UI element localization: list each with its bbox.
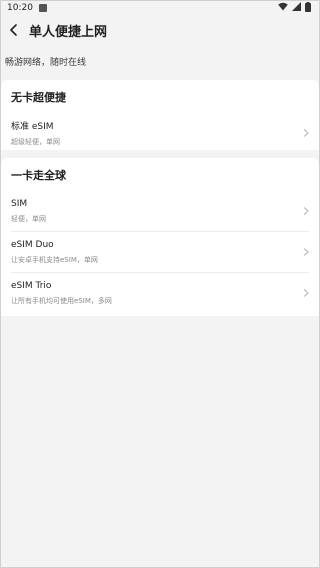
section-title: 一卡走全球 [11, 169, 66, 182]
status-time: 10:20 [7, 3, 33, 13]
item-description: 让所有手机均可使用eSIM，多网 [11, 296, 112, 305]
section-one-card: 一卡走全球 SIM 轻便，单网 eSIM Duo 让安卓手机支持eSIM，单网 … [1, 158, 319, 316]
item-label: eSIM Trio [11, 280, 52, 291]
list-item-standard-esim[interactable]: 标准 eSIM 超级轻便，单网 [1, 113, 319, 153]
item-label: eSIM Duo [11, 239, 54, 250]
status-left: 10:20 [7, 3, 47, 13]
item-label: 标准 eSIM [11, 122, 54, 132]
battery-icon [305, 1, 311, 15]
status-bar: 10:20 [1, 1, 319, 15]
item-description: 超级轻便，单网 [11, 138, 60, 146]
item-description: 轻便，单网 [11, 214, 46, 223]
page-subtitle: 畅游网络，随时在线 [5, 58, 87, 68]
item-description: 让安卓手机支持eSIM，单网 [11, 255, 98, 264]
section-title: 无卡超便捷 [11, 91, 66, 104]
status-right [278, 1, 311, 15]
item-label: SIM [11, 198, 28, 209]
list-item-esim-duo[interactable]: eSIM Duo 让安卓手机支持eSIM，单网 [1, 232, 319, 272]
signal-icon [292, 2, 301, 14]
chevron-right-icon [303, 248, 309, 257]
chevron-right-icon [303, 129, 309, 138]
wifi-icon [278, 2, 288, 14]
header: 单人便捷上网 [1, 15, 319, 45]
list-item-esim-trio[interactable]: eSIM Trio 让所有手机均可使用eSIM，多网 [1, 273, 319, 313]
chevron-right-icon [303, 289, 309, 298]
screen: 10:20 单人便捷上网 畅游网络，随时在线 无卡超便捷 标准 eSIM 超级轻… [0, 0, 320, 568]
list-item-sim[interactable]: SIM 轻便，单网 [1, 191, 319, 231]
notification-icon [38, 4, 47, 12]
page-title: 单人便捷上网 [29, 24, 108, 40]
chevron-right-icon [303, 207, 309, 216]
back-button[interactable] [7, 23, 21, 37]
chevron-left-icon [10, 24, 17, 36]
section-no-card: 无卡超便捷 标准 eSIM 超级轻便，单网 [1, 80, 319, 150]
